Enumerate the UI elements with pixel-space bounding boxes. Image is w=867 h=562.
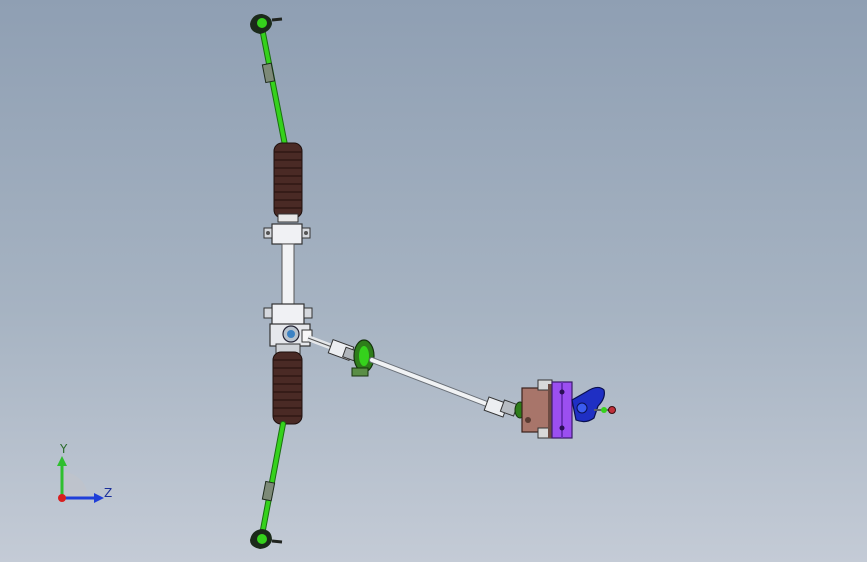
3d-model-viewport[interactable]: Y Z xyxy=(0,0,867,562)
x-axis-origin xyxy=(58,494,66,502)
triad-graphic xyxy=(57,456,104,503)
lower-tie-rod[interactable] xyxy=(259,421,286,538)
triad-quadrant xyxy=(62,472,88,498)
column-mount-plate[interactable] xyxy=(551,381,573,439)
upper-bellows-boot[interactable] xyxy=(273,142,303,223)
lower-ball-joint[interactable] xyxy=(250,529,283,549)
rack-housing-tube[interactable] xyxy=(281,243,295,307)
column-mount-bracket[interactable] xyxy=(521,379,553,439)
lower-universal-joint[interactable] xyxy=(483,396,526,419)
z-axis-label: Z xyxy=(104,486,113,500)
view-orientation-triad: Y Z xyxy=(40,432,130,522)
y-axis-label: Y xyxy=(60,442,68,456)
z-axis-arrowhead xyxy=(94,493,104,503)
upper-rack-clamp[interactable] xyxy=(263,223,311,245)
steering-column-head[interactable] xyxy=(571,386,616,423)
steering-intermediate-shaft[interactable] xyxy=(369,357,495,409)
upper-universal-joint[interactable] xyxy=(306,335,358,362)
steering-assembly-model[interactable] xyxy=(0,0,867,562)
upper-ball-joint[interactable] xyxy=(250,14,283,34)
y-axis-arrowhead xyxy=(57,456,67,466)
pinion-housing[interactable] xyxy=(263,303,313,355)
upper-tie-rod[interactable] xyxy=(259,25,288,148)
lower-bellows-boot[interactable] xyxy=(272,351,303,425)
